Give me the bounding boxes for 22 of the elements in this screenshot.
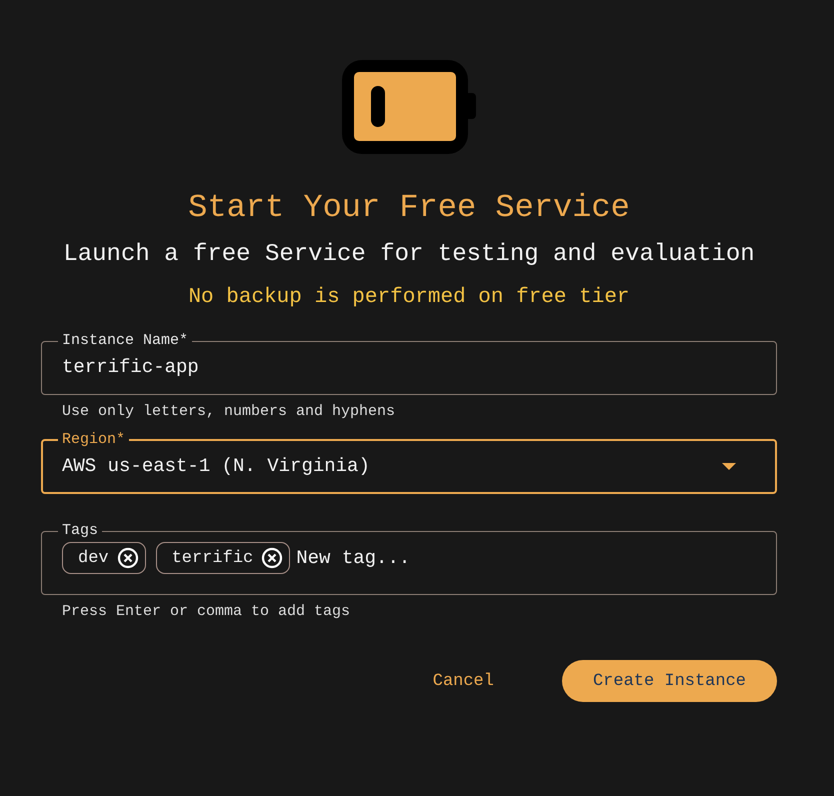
region-select[interactable]: Region* AWS us-east-1 (N. Virginia) bbox=[41, 431, 777, 494]
cancel-button[interactable]: Cancel bbox=[424, 662, 502, 700]
field-label: Tags bbox=[61, 522, 100, 540]
helper-text: Use only letters, numbers and hyphens bbox=[62, 402, 396, 422]
field-label: Region* bbox=[61, 431, 126, 449]
tags-field[interactable]: Tags dev terrific New tag... bbox=[41, 522, 777, 595]
create-button[interactable]: Create Instance bbox=[562, 660, 777, 702]
tag-chip[interactable]: dev bbox=[62, 542, 146, 574]
select-value: AWS us-east-1 (N. Virginia) bbox=[62, 454, 370, 479]
warning-text: No backup is performed on free tier bbox=[188, 286, 630, 310]
tag-chip[interactable]: terrific bbox=[156, 542, 290, 574]
field-label: Instance Name* bbox=[61, 332, 190, 350]
remove-icon[interactable] bbox=[261, 547, 284, 569]
name-input[interactable]: terrific-app bbox=[62, 350, 756, 384]
helper-text: Press Enter or comma to add tags bbox=[62, 602, 352, 622]
page-title: Start Your Free Service bbox=[188, 190, 630, 226]
subtitle: Launch a free Service for testing and evaluation bbox=[63, 240, 755, 270]
battery-icon bbox=[342, 60, 476, 154]
tag-input[interactable]: New tag... bbox=[296, 547, 496, 569]
name-field[interactable]: Instance Name* terrific-app bbox=[41, 332, 777, 395]
remove-icon[interactable] bbox=[116, 547, 139, 569]
caret-icon bbox=[722, 462, 736, 470]
